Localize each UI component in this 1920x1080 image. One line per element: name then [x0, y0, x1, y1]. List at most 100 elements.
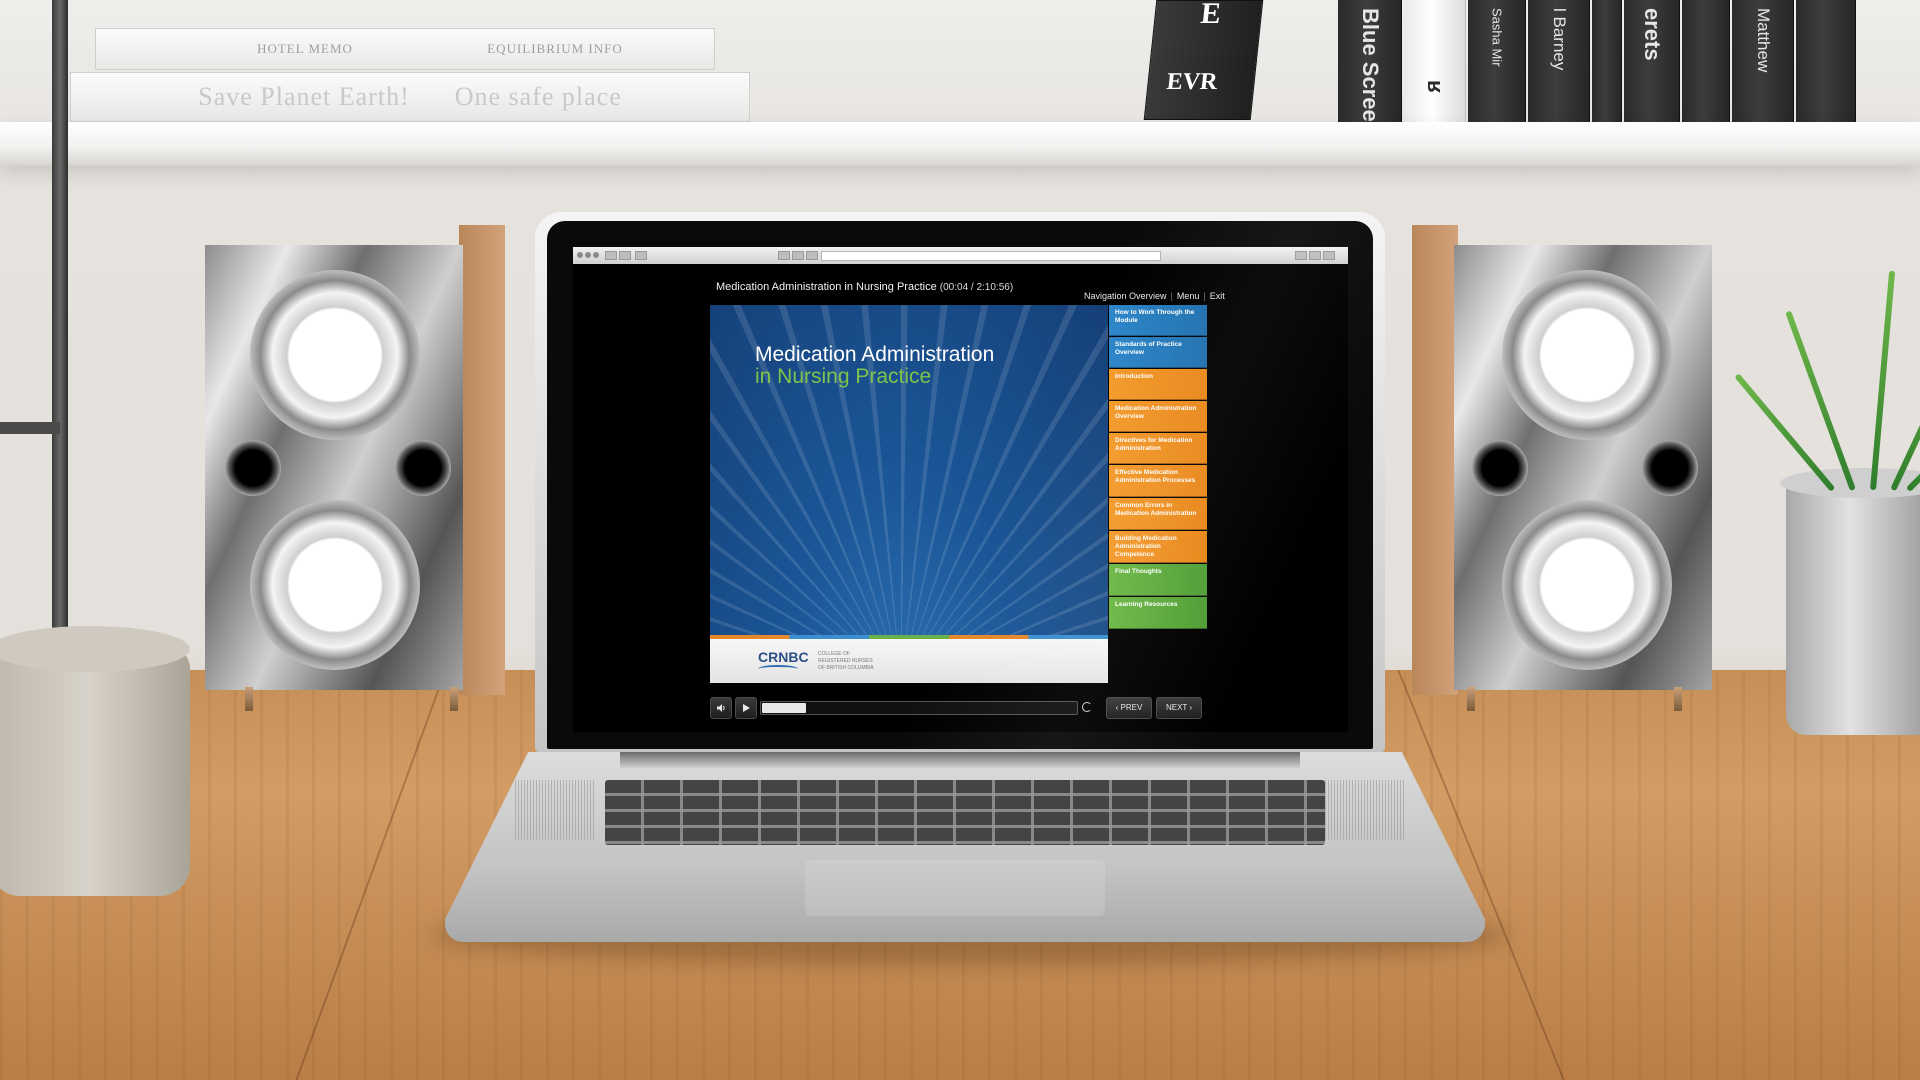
speaker-woofer — [1502, 500, 1672, 670]
speaker-wood — [1412, 225, 1458, 695]
sidebar-button[interactable] — [635, 251, 647, 260]
menu-item[interactable]: Medication Administration Overview — [1109, 401, 1207, 432]
menu-item[interactable]: Building Medication Administration Compe… — [1109, 531, 1207, 563]
book-erets: erets — [1624, 0, 1680, 122]
plant-leaf — [1785, 310, 1856, 492]
tilted-book: E EVR — [1143, 0, 1264, 120]
slide: Medication Administration in Nursing Pra… — [710, 305, 1108, 683]
speaker-foot — [245, 687, 253, 711]
speaker-woofer — [250, 270, 420, 440]
menu-item[interactable]: Final Thoughts — [1109, 564, 1207, 596]
book-title: Sasha Mir — [1489, 8, 1504, 67]
book-title: erets — [1639, 8, 1665, 61]
book-dark-1 — [1592, 0, 1622, 122]
book-title: Blue Screen — [1357, 8, 1383, 136]
menu-item[interactable]: Introduction — [1109, 369, 1207, 400]
player-controls: ‹ PREV NEXT › — [710, 695, 1202, 721]
speaker-port — [395, 440, 451, 496]
book-stack-note: EQUILIBRIUM INFO — [487, 41, 623, 56]
slide-footer: CRNBC COLLEGE OF REGISTERED NURSES OF BR… — [710, 639, 1108, 683]
book-barney: l Barney — [1528, 0, 1590, 122]
forward-button[interactable] — [619, 251, 631, 260]
slide-title-line1: Medication Administration — [755, 343, 995, 366]
settings-button[interactable] — [1323, 251, 1335, 260]
course-time: (00:04 / 2:10:56) — [939, 282, 1014, 293]
menu-item[interactable]: How to Work Through the Module — [1109, 305, 1207, 336]
speaker-foot — [1467, 687, 1475, 711]
plant-leaf — [1890, 325, 1920, 492]
plant-pot — [1780, 468, 1920, 735]
navigation-overview-link[interactable]: Navigation Overview — [1080, 291, 1171, 301]
progress-bar[interactable] — [760, 701, 1078, 715]
course-title-text: Medication Administration in Nursing Pra… — [716, 281, 937, 293]
menu-item[interactable]: Effective Medication Administration Proc… — [1109, 465, 1207, 497]
book-title: l Barney — [1549, 8, 1569, 71]
book-sasha: Sasha Mir — [1468, 0, 1526, 122]
speaker-port — [225, 440, 281, 496]
download-button[interactable] — [1295, 251, 1307, 260]
speaker-grille — [515, 780, 595, 840]
menu-link[interactable]: Menu — [1173, 291, 1204, 301]
laptop-hinge — [620, 752, 1300, 768]
speaker-port — [1472, 440, 1528, 496]
prev-button[interactable]: ‹ PREV — [1106, 697, 1152, 719]
speaker-grille — [1325, 780, 1405, 840]
book-dark-2 — [1682, 0, 1730, 122]
progress-fill — [762, 703, 806, 713]
plant-leaf — [1870, 270, 1896, 491]
speaker-woofer — [250, 500, 420, 670]
menu-item[interactable]: Standards of Practice Overview — [1109, 337, 1207, 368]
menu-item[interactable]: Learning Resources — [1109, 597, 1207, 629]
speaker-foot — [450, 687, 458, 711]
extensions-button[interactable] — [1309, 251, 1321, 260]
book-stack-spine-1: Save Planet Earth! One safe place — [71, 82, 749, 112]
desk-seam — [295, 670, 447, 1080]
lamp-pole — [52, 0, 68, 665]
scene: HOTEL MEMO EQUILIBRIUM INFO Save Planet … — [0, 0, 1920, 1080]
replay-icon[interactable] — [1082, 702, 1092, 712]
laptop-screen: Medication Administration in Nursing Pra… — [573, 247, 1348, 732]
course-title: Medication Administration in Nursing Pra… — [716, 281, 1013, 293]
share-button[interactable] — [792, 251, 804, 260]
lamp-base-top — [0, 626, 190, 672]
shelf — [0, 122, 1920, 166]
play-icon — [743, 704, 750, 712]
book-dark-3 — [1796, 0, 1856, 122]
laptop-keyboard — [605, 780, 1325, 845]
book-title: Matthew — [1753, 8, 1773, 73]
play-button[interactable] — [735, 697, 757, 719]
laptop-trackpad — [805, 860, 1105, 916]
window-maximize-icon[interactable] — [593, 252, 599, 258]
book-stack-bottom: Save Planet Earth! One safe place — [70, 72, 750, 122]
book-stack-spine-text: Save Planet Earth! — [198, 82, 410, 111]
menu-item[interactable]: Common Errors in Medication Administrati… — [1109, 498, 1207, 530]
browser-toolbar — [573, 247, 1348, 264]
book-stack-top: HOTEL MEMO EQUILIBRIUM INFO — [95, 28, 715, 70]
back-button[interactable] — [605, 251, 617, 260]
volume-button[interactable] — [710, 697, 732, 719]
next-label: NEXT — [1165, 703, 1188, 712]
speaker-port — [1642, 440, 1698, 496]
book-matthew: Matthew — [1732, 0, 1794, 122]
address-bar[interactable] — [821, 251, 1161, 261]
window-minimize-icon[interactable] — [585, 252, 591, 258]
menu-item[interactable]: Directives for Medication Administration — [1109, 433, 1207, 464]
window-close-icon[interactable] — [577, 252, 583, 258]
tilted-book-top: E — [1199, 0, 1223, 30]
book-title: ʁ — [1422, 80, 1448, 93]
prev-label: PREV — [1120, 703, 1143, 712]
speaker-left — [205, 225, 505, 711]
speaker-foot — [1674, 687, 1682, 711]
speaker-wood — [459, 225, 505, 695]
speaker-icon — [717, 704, 725, 712]
top-links: Navigation Overview | Menu | Exit — [1080, 291, 1229, 301]
next-button[interactable]: NEXT › — [1156, 697, 1202, 719]
tabs-button[interactable] — [806, 251, 818, 260]
lamp-arm — [0, 422, 60, 434]
module-menu: How to Work Through the Module Standards … — [1109, 305, 1209, 685]
exit-link[interactable]: Exit — [1206, 291, 1229, 301]
book-blue-screen: Blue Screen — [1338, 0, 1402, 135]
crnbc-logo: CRNBC — [758, 649, 809, 665]
reader-button[interactable] — [778, 251, 790, 260]
speaker-woofer — [1502, 270, 1672, 440]
